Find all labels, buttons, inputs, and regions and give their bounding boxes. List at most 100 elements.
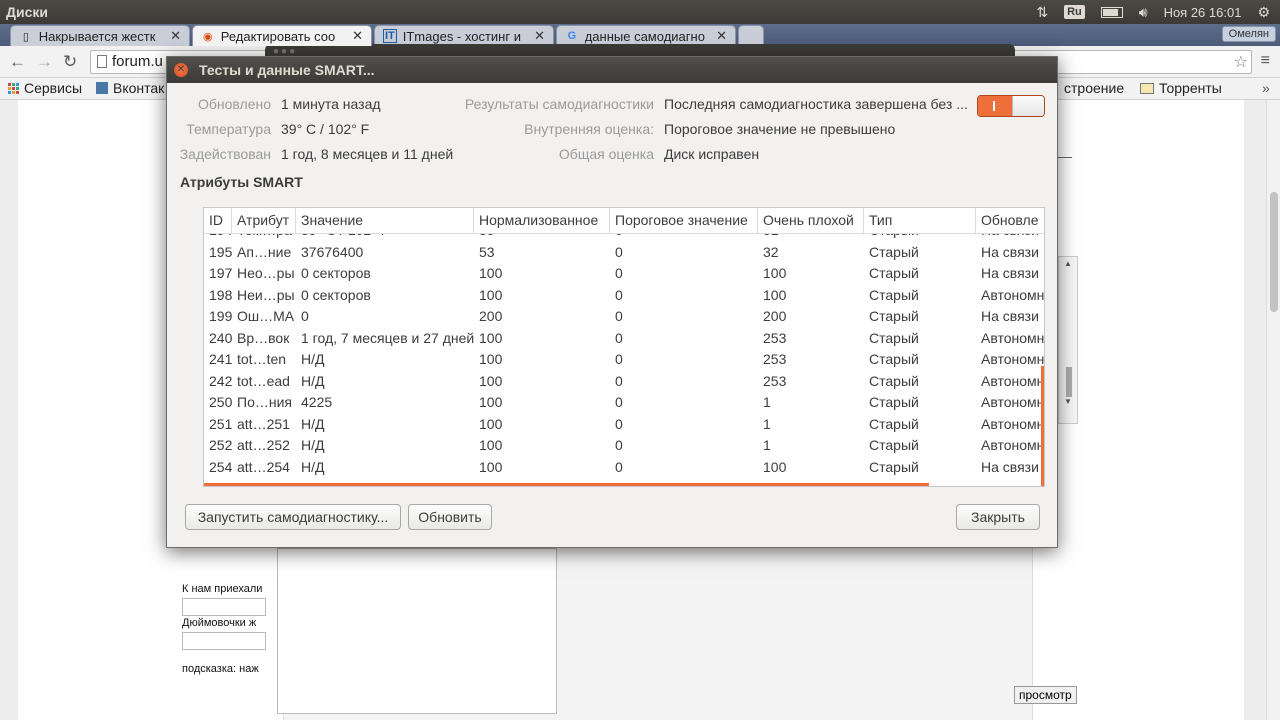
table-cell: 0	[615, 415, 623, 432]
table-cell: 1	[763, 437, 771, 453]
scroll-up-icon[interactable]: ▲	[1064, 259, 1072, 268]
table-cell: Н/Д	[301, 351, 325, 367]
table-cell: 4225	[301, 394, 333, 410]
close-button[interactable]: Закрыть	[956, 504, 1040, 530]
toggle-knob[interactable]	[1012, 96, 1044, 116]
bookmark-torrents[interactable]: Торренты	[1140, 80, 1222, 96]
column-header[interactable]: Нормализованное	[474, 208, 610, 234]
table-cell: 100	[763, 286, 787, 303]
table-row[interactable]: 250 По…ния 4225 100 0 1 Старый Автономн	[204, 392, 1045, 414]
side-scroll-panel[interactable]: ▲ ▼	[1058, 256, 1078, 424]
form-label: К нам приехали	[182, 583, 263, 595]
new-tab-button[interactable]	[738, 25, 764, 46]
close-tab-icon[interactable]: ✕	[534, 28, 545, 44]
table-cell: 253	[763, 329, 787, 346]
page-scrollbar[interactable]	[1266, 100, 1280, 720]
column-header[interactable]: Атрибут	[232, 208, 296, 234]
table-cell: 37676400	[301, 243, 364, 260]
column-header[interactable]: Очень плохой	[758, 208, 864, 234]
internal-assessment-label: Внутренняя оценка:	[524, 121, 654, 137]
table-cell: Старый	[869, 458, 919, 475]
table-row[interactable]: 254 att…254 Н/Д 100 0 100 Старый На связи	[204, 457, 1044, 479]
form-input[interactable]	[182, 598, 266, 616]
table-cell: Автономн	[981, 372, 1045, 389]
forward-icon[interactable]: →	[36, 52, 53, 72]
table-cell: 199	[209, 308, 232, 324]
table-row[interactable]: 197 Нео…ры 0 секторов 100 0 100 Старый На связи	[204, 263, 1044, 285]
scroll-thumb[interactable]	[1066, 367, 1072, 397]
tab-4[interactable]: G данные самодиагно ✕	[556, 25, 736, 46]
table-row[interactable]: 198 Неи…ры 0 секторов 100 0 100 Старый Автономн	[204, 285, 1044, 307]
form-label: Дюймовочки ж	[182, 617, 257, 629]
page-info-icon[interactable]	[97, 55, 107, 68]
start-selftest-button[interactable]: Запустить самодиагностику...	[185, 504, 401, 530]
table-cell: Старый	[869, 372, 919, 389]
reload-icon[interactable]: ↻	[63, 52, 77, 72]
table-row[interactable]: 252 att…252 Н/Д 100 0 1 Старый Автономн	[204, 435, 1044, 457]
close-tab-icon[interactable]: ✕	[352, 28, 363, 44]
volume-icon[interactable]: 🔊︎	[1139, 4, 1148, 21]
table-row[interactable]: 241 tot…ten Н/Д 100 0 253 Старый Автономн	[204, 349, 1044, 371]
close-tab-icon[interactable]: ✕	[716, 28, 727, 44]
network-icon[interactable]: ⇅	[1036, 4, 1048, 21]
preview-button[interactable]: просмотр	[1014, 686, 1077, 704]
dialog-title: Тесты и данные SMART...	[199, 62, 375, 78]
table-row[interactable]: 242 tot…ead Н/Д 100 0 253 Старый Автономн	[204, 371, 1045, 393]
table-cell: 1	[763, 394, 771, 410]
table-header: ID Атрибут Значение Нормализованное Порогово…	[204, 208, 1044, 234]
table-cell: Автономн	[981, 394, 1045, 410]
scroll-indicator-bottom[interactable]	[204, 483, 929, 486]
table-cell: 100	[479, 329, 503, 346]
profile-badge[interactable]: Омелян	[1221, 26, 1276, 42]
table-cell: 0	[615, 458, 623, 475]
column-header[interactable]: Обновле	[976, 208, 1044, 234]
tab-1[interactable]: ▯ Накрывается жестк ✕	[10, 25, 190, 46]
table-cell: 0	[301, 308, 309, 324]
table-cell: 194	[204, 234, 232, 242]
table-row[interactable]: 199 Ош…МА 0 200 0 200 Старый На связи	[204, 306, 1044, 328]
power-gear-icon[interactable]: ⚙	[1257, 4, 1270, 21]
table-cell: tot…ead	[237, 372, 290, 389]
column-header[interactable]: Тип	[864, 208, 976, 234]
bookmark-apps[interactable]: Сервисы	[8, 80, 82, 96]
tab-3[interactable]: IT ITmages - хостинг и ✕	[374, 25, 554, 46]
back-icon[interactable]: ←	[9, 52, 26, 72]
table-cell: 253	[763, 372, 787, 389]
message-textarea[interactable]	[277, 548, 557, 714]
table-cell: 100	[479, 265, 503, 281]
table-cell: Старый	[864, 234, 976, 242]
keyboard-layout-indicator[interactable]: Ru	[1064, 5, 1085, 19]
table-row[interactable]: 240 Вр…вок 1 год, 7 месяцев и 27 дней 100 0 2…	[204, 328, 1044, 350]
close-icon[interactable]: ✕	[174, 63, 188, 77]
selftest-value: Последняя самодиагностика завершена без …	[664, 96, 968, 112]
smart-enabled-toggle[interactable]	[977, 95, 1045, 117]
table-row[interactable]: 195 Ап…ние 37676400 53 0 32 Старый На связи	[204, 242, 1044, 264]
column-header[interactable]: Значение	[296, 208, 474, 234]
table-row[interactable]: 194Тем…ра39° C / 102° F39051СтарыйНа свя…	[204, 234, 1044, 242]
scroll-thumb[interactable]	[1270, 192, 1278, 312]
bookmark-star-icon[interactable]: ☆	[1234, 52, 1248, 72]
scroll-indicator-right[interactable]	[1041, 366, 1044, 486]
battery-icon[interactable]	[1100, 6, 1123, 18]
hint-text: подсказка: наж	[182, 663, 259, 675]
table-row[interactable]: 251 att…251 Н/Д 100 0 1 Старый Автономн	[204, 414, 1044, 436]
column-header[interactable]: ID	[204, 208, 232, 234]
column-header[interactable]: Пороговое значение	[610, 208, 758, 234]
table-cell: 0	[615, 351, 623, 367]
bookmark-vk[interactable]: Вконтак	[96, 80, 164, 96]
tab-2[interactable]: ◉ Редактировать соо ✕	[192, 25, 372, 46]
bookmark-label: Вконтак	[113, 80, 165, 96]
bookmark-structure[interactable]: строение	[1064, 80, 1124, 96]
close-tab-icon[interactable]: ✕	[170, 28, 181, 44]
dialog-titlebar[interactable]: ✕ Тесты и данные SMART...	[167, 57, 1057, 83]
table-cell: Старый	[869, 394, 919, 410]
form-input[interactable]	[182, 632, 266, 650]
clock[interactable]: Ноя 26 16:01	[1164, 5, 1242, 20]
scroll-down-icon[interactable]: ▼	[1064, 397, 1072, 406]
toggle-on-indicator	[978, 96, 1012, 116]
smart-attributes-table[interactable]: ID Атрибут Значение Нормализованное Порогово…	[203, 207, 1045, 487]
chrome-menu-icon[interactable]: ≡	[1261, 52, 1270, 70]
refresh-button[interactable]: Обновить	[408, 504, 492, 530]
it-icon: IT	[383, 29, 397, 43]
bookmarks-overflow-icon[interactable]: »	[1262, 80, 1270, 96]
